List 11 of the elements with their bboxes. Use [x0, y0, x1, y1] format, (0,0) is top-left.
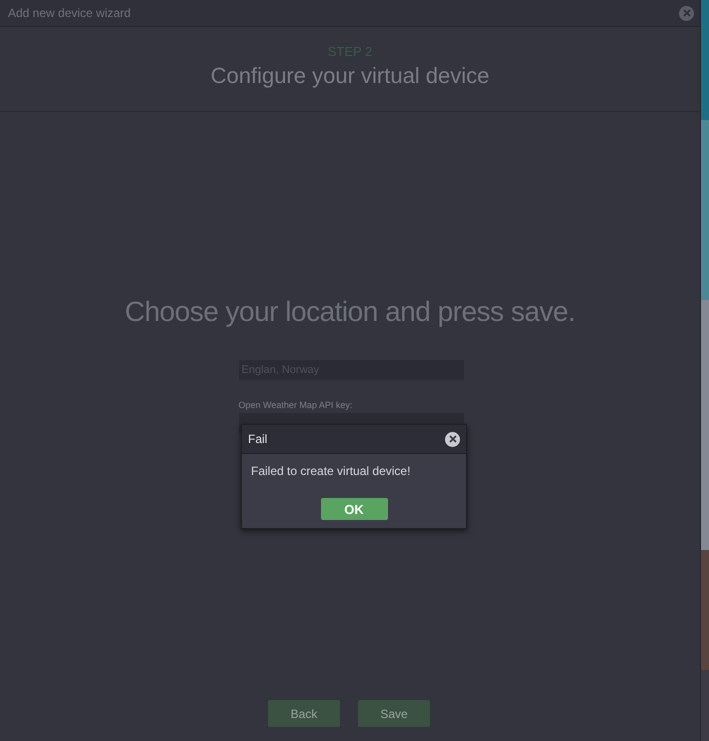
dialog-close-button[interactable]	[445, 432, 460, 446]
window-title: Add new device wizard	[8, 6, 131, 20]
close-icon	[682, 9, 690, 17]
dialog-title: Fail	[248, 432, 268, 446]
close-button[interactable]	[679, 6, 694, 20]
close-icon	[448, 435, 456, 443]
ok-button[interactable]: OK	[320, 498, 388, 520]
api-key-label: Open Weather Map API key:	[238, 400, 354, 410]
step-title: Configure your virtual device	[210, 63, 490, 89]
instruction-text: Choose your location and press save.	[124, 296, 576, 328]
error-message: Failed to create virtual device!	[251, 464, 412, 478]
